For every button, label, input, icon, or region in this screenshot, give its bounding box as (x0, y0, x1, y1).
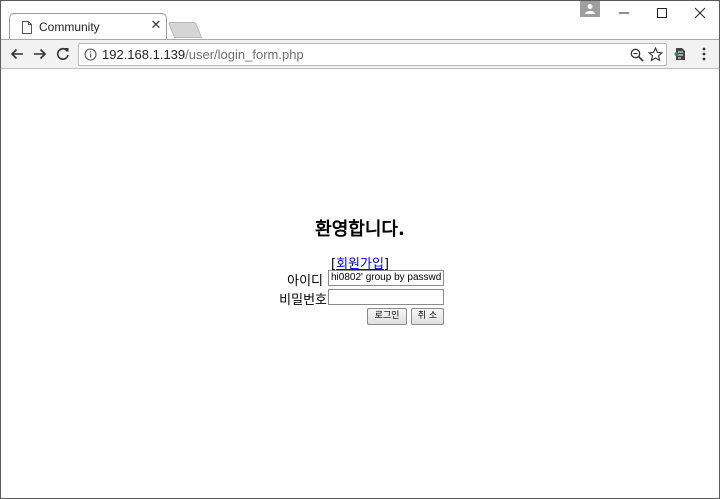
new-tab-button[interactable] (167, 22, 203, 38)
password-field[interactable] (328, 289, 444, 305)
star-icon[interactable] (648, 47, 663, 62)
tab-community[interactable]: Community ✕ (9, 13, 167, 40)
url-host: 192.168.1.139 (102, 47, 186, 62)
cancel-button[interactable]: 취 소 (411, 308, 444, 325)
page-icon (22, 21, 32, 34)
info-icon[interactable] (84, 48, 97, 61)
back-arrow-icon[interactable] (8, 45, 26, 63)
tab-close-icon[interactable]: ✕ (150, 19, 162, 33)
forward-arrow-icon[interactable] (31, 45, 49, 63)
toolbar: 192.168.1.139/user/login_form.php (1, 39, 719, 69)
address-bar[interactable]: 192.168.1.139/user/login_form.php (78, 43, 667, 66)
maximize-icon[interactable] (644, 1, 680, 25)
zoom-icon[interactable] (630, 48, 644, 62)
page-title: 환영합니다. (315, 219, 405, 240)
tab-title: Community (39, 20, 100, 34)
extension-icon[interactable] (673, 46, 687, 62)
menu-icon[interactable] (701, 47, 707, 61)
login-button[interactable]: 로그인 (367, 308, 407, 325)
reload-icon[interactable] (54, 45, 72, 63)
url-path: /user/login_form.php (185, 47, 304, 62)
tab-strip: Community ✕ (1, 1, 719, 40)
page-content: 환영합니다. [회원가입] 아이디 hi0802' group by passw… (1, 70, 719, 498)
close-icon[interactable] (682, 1, 718, 25)
id-field[interactable]: hi0802' group by passwd W (328, 270, 444, 286)
minimize-icon[interactable] (606, 1, 642, 25)
password-label: 비밀번호 (279, 293, 327, 308)
profile-icon[interactable] (580, 1, 600, 17)
url-text[interactable]: 192.168.1.139/user/login_form.php (102, 47, 304, 62)
browser-window: Community ✕ 192.168.1.139/user/login_for… (0, 0, 720, 499)
id-label: 아이디 (287, 274, 323, 289)
